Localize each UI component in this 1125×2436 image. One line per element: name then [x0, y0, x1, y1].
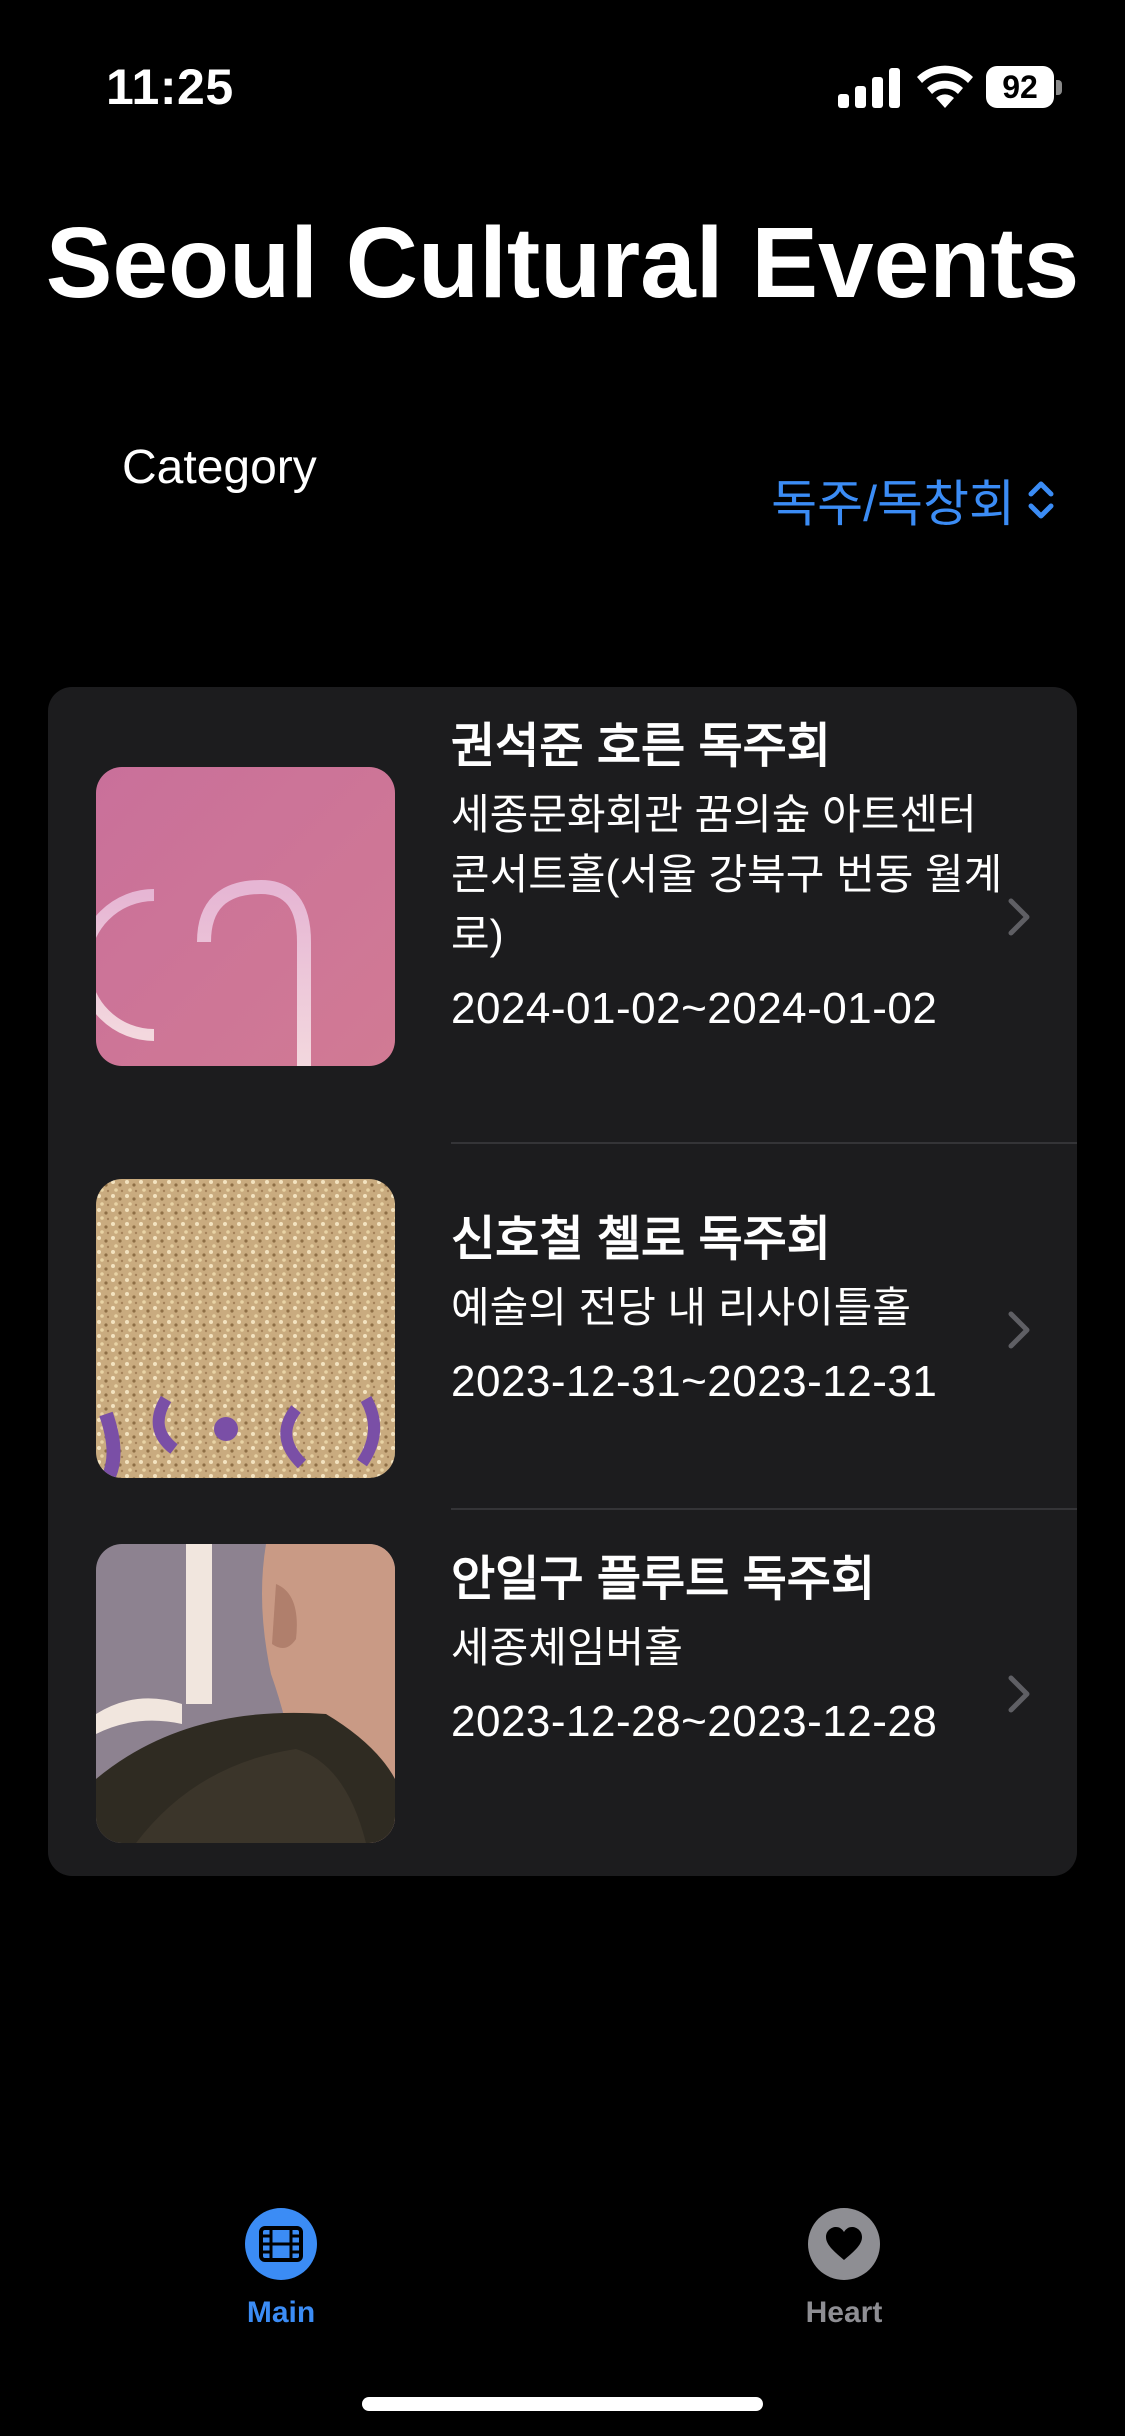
chevron-right-icon	[1008, 1675, 1030, 1713]
cellular-signal-icon	[838, 66, 900, 108]
event-row[interactable]: 신호철 첼로 독주회 예술의 전당 내 리사이틀홀 2023-12-31~202…	[48, 1144, 1077, 1510]
poster-portrait-thumbnail	[96, 1544, 395, 1843]
page-title: Seoul Cultural Events	[45, 207, 1080, 319]
event-date: 2024-01-02~2024-01-02	[451, 984, 938, 1033]
event-row[interactable]: 권석준 호른 독주회 세종문화회관 꿈의숲 아트센터 콘서트홀(서울 강북구 번…	[48, 687, 1077, 1144]
event-title: 권석준 호른 독주회	[451, 720, 831, 773]
event-title: 신호철 첼로 독주회	[451, 1213, 831, 1266]
tab-heart[interactable]: Heart	[744, 2208, 944, 2330]
home-indicator[interactable]	[362, 2397, 763, 2411]
category-label: Category	[122, 441, 317, 494]
tab-main-label: Main	[246, 2296, 316, 2329]
category-selected-value: 독주/독창회	[771, 476, 1015, 532]
event-text: 안일구 플루트 독주회 세종체임버홀 2023-12-28~2023-12-28	[451, 1550, 1021, 1752]
event-venue: 예술의 전당 내 리사이틀홀	[451, 1284, 912, 1331]
wifi-icon	[917, 65, 973, 108]
status-time: 11:25	[106, 59, 234, 115]
event-venue: 세종문화회관 꿈의숲 아트센터 콘서트홀(서울 강북구 번동 월계로)	[451, 791, 1003, 958]
heart-icon	[808, 2208, 880, 2280]
tab-main[interactable]: Main	[181, 2208, 381, 2330]
event-text: 신호철 첼로 독주회 예술의 전당 내 리사이틀홀 2023-12-31~202…	[451, 1210, 1021, 1412]
battery-level: 92	[1002, 69, 1038, 105]
chevron-right-icon	[1008, 1311, 1030, 1349]
event-title: 안일구 플루트 독주회	[451, 1553, 876, 1606]
event-row[interactable]: 안일구 플루트 독주회 세종체임버홀 2023-12-28~2023-12-28	[48, 1510, 1077, 1876]
event-date: 2023-12-31~2023-12-31	[451, 1357, 938, 1406]
chevron-right-icon	[1008, 898, 1030, 936]
battery-icon: 92	[986, 66, 1062, 110]
film-icon	[245, 2208, 317, 2280]
event-list: 권석준 호른 독주회 세종문화회관 꿈의숲 아트센터 콘서트홀(서울 강북구 번…	[48, 687, 1077, 1876]
category-picker[interactable]: 독주/독창회	[771, 464, 1055, 536]
tab-heart-label: Heart	[805, 2296, 883, 2329]
event-venue: 세종체임버홀	[451, 1624, 683, 1671]
event-date: 2023-12-28~2023-12-28	[451, 1697, 938, 1746]
poster-glitter-thumbnail	[96, 1179, 395, 1478]
poster-pink-thumbnail	[96, 767, 395, 1066]
chevron-up-down-icon	[1028, 481, 1054, 519]
event-text: 권석준 호른 독주회 세종문화회관 꿈의숲 아트센터 콘서트홀(서울 강북구 번…	[451, 717, 1021, 1039]
